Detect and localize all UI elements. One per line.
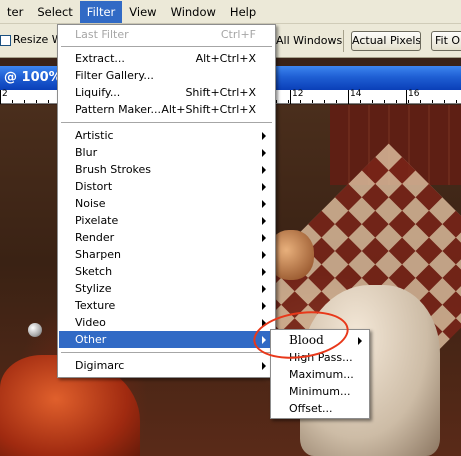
menu-item-label: Texture	[75, 299, 116, 312]
submenu-arrow-icon	[262, 234, 266, 242]
submenu-arrow-icon	[262, 362, 266, 370]
menu-item-blur[interactable]: Blur	[59, 144, 274, 161]
submenu-arrow-icon	[262, 268, 266, 276]
menu-item-label: Artistic	[75, 129, 114, 142]
menu-item-label: Extract...	[75, 52, 125, 65]
menubar: ter Select Filter View Window Help	[0, 0, 461, 24]
menu-item-brush-strokes[interactable]: Brush Strokes	[59, 161, 274, 178]
menu-select[interactable]: Select	[30, 1, 79, 23]
menu-item-label: Sketch	[75, 265, 113, 278]
menu-file-partial[interactable]: ter	[0, 1, 30, 23]
menu-item-label: Last Filter	[75, 28, 129, 41]
options-divider	[343, 30, 344, 52]
ruler-major-tick	[0, 90, 1, 104]
menu-item-pattern-maker[interactable]: Pattern Maker... Alt+Shift+Ctrl+X	[59, 101, 274, 118]
submenu-item-blood[interactable]: Blood	[272, 332, 368, 349]
menu-item-pixelate[interactable]: Pixelate	[59, 212, 274, 229]
menu-item-label: Distort	[75, 180, 113, 193]
ruler-label: 16	[408, 89, 420, 99]
menu-item-shortcut: Alt+Shift+Ctrl+X	[161, 103, 256, 116]
submenu-arrow-icon	[262, 319, 266, 327]
submenu-item-offset[interactable]: Offset...	[272, 400, 368, 417]
menu-item-label: Pattern Maker...	[75, 103, 162, 116]
menu-item-label: Digimarc	[75, 359, 125, 372]
other-submenu: Blood High Pass... Maximum... Minimum...…	[270, 329, 370, 419]
submenu-item-label: Minimum...	[289, 385, 351, 398]
submenu-item-label: Blood	[289, 333, 324, 347]
menu-item-label: Sharpen	[75, 248, 121, 261]
menu-item-video[interactable]: Video	[59, 314, 274, 331]
menu-window[interactable]: Window	[164, 1, 223, 23]
menu-item-label: Stylize	[75, 282, 112, 295]
submenu-arrow-icon	[262, 200, 266, 208]
submenu-arrow-icon	[358, 337, 362, 345]
menu-item-distort[interactable]: Distort	[59, 178, 274, 195]
submenu-arrow-icon	[262, 285, 266, 293]
menu-item-liquify[interactable]: Liquify... Shift+Ctrl+X	[59, 84, 274, 101]
actual-pixels-button[interactable]: Actual Pixels	[351, 31, 421, 51]
submenu-arrow-icon	[262, 251, 266, 259]
submenu-arrow-icon	[262, 132, 266, 140]
menu-item-label: Noise	[75, 197, 106, 210]
menu-item-shortcut: Ctrl+F	[220, 28, 256, 41]
painting-sphere	[28, 323, 42, 337]
menu-item-render[interactable]: Render	[59, 229, 274, 246]
menu-item-texture[interactable]: Texture	[59, 297, 274, 314]
menu-item-stylize[interactable]: Stylize	[59, 280, 274, 297]
ruler-label: 14	[350, 89, 362, 99]
menu-item-sharpen[interactable]: Sharpen	[59, 246, 274, 263]
menu-item-extract[interactable]: Extract... Alt+Ctrl+X	[59, 50, 274, 67]
menu-item-filter-gallery[interactable]: Filter Gallery...	[59, 67, 274, 84]
ruler-label: 12	[292, 89, 304, 99]
menu-item-noise[interactable]: Noise	[59, 195, 274, 212]
menu-item-label: Render	[75, 231, 115, 244]
submenu-item-high-pass[interactable]: High Pass...	[272, 349, 368, 366]
menu-item-label: Filter Gallery...	[75, 69, 154, 82]
menu-separator	[61, 352, 272, 353]
menu-item-last-filter: Last Filter Ctrl+F	[59, 26, 274, 43]
menu-filter[interactable]: Filter	[79, 0, 123, 23]
ruler-major-tick	[348, 90, 349, 104]
menu-item-label: Brush Strokes	[75, 163, 152, 176]
submenu-item-maximum[interactable]: Maximum...	[272, 366, 368, 383]
ruler-label: 2	[2, 89, 8, 99]
menu-item-label: Video	[75, 316, 106, 329]
submenu-item-minimum[interactable]: Minimum...	[272, 383, 368, 400]
menu-item-label: Other	[75, 333, 107, 346]
menu-view[interactable]: View	[122, 1, 163, 23]
menu-item-label: Blur	[75, 146, 98, 159]
menu-item-shortcut: Shift+Ctrl+X	[185, 86, 256, 99]
ruler-major-tick	[406, 90, 407, 104]
menu-item-label: Pixelate	[75, 214, 119, 227]
menu-separator	[61, 46, 272, 47]
menu-item-digimarc[interactable]: Digimarc	[59, 357, 274, 374]
menu-separator	[61, 122, 272, 123]
submenu-item-label: Offset...	[289, 402, 333, 415]
document-zoom-title: @ 100%	[4, 70, 62, 85]
fit-on-screen-button[interactable]: Fit On	[431, 31, 461, 51]
resize-windows-checkbox[interactable]	[0, 35, 11, 46]
submenu-arrow-icon	[262, 166, 266, 174]
menu-item-artistic[interactable]: Artistic	[59, 127, 274, 144]
menu-help[interactable]: Help	[223, 1, 263, 23]
menu-item-other[interactable]: Other	[59, 331, 274, 348]
submenu-arrow-icon	[262, 217, 266, 225]
submenu-arrow-icon	[262, 149, 266, 157]
menu-item-label: Liquify...	[75, 86, 121, 99]
submenu-arrow-icon	[262, 183, 266, 191]
ruler-major-tick	[290, 90, 291, 104]
menu-item-sketch[interactable]: Sketch	[59, 263, 274, 280]
filter-menu: Last Filter Ctrl+F Extract... Alt+Ctrl+X…	[57, 24, 276, 378]
menu-item-shortcut: Alt+Ctrl+X	[195, 52, 256, 65]
submenu-arrow-icon	[262, 302, 266, 310]
submenu-item-label: High Pass...	[289, 351, 353, 364]
submenu-item-label: Maximum...	[289, 368, 354, 381]
submenu-arrow-icon	[262, 336, 266, 344]
all-windows-label[interactable]: All Windows	[276, 34, 342, 47]
